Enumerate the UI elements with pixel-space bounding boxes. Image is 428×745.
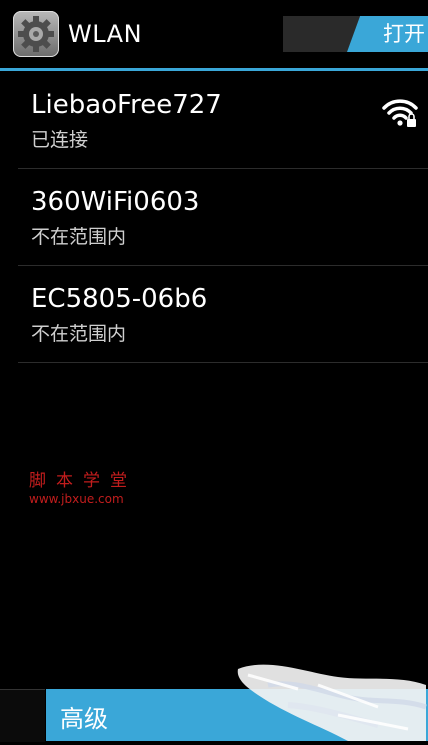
network-item-ec5805-06b6[interactable]: EC5805-06b6 不在范围内 xyxy=(18,265,428,363)
network-name: LiebaoFree727 xyxy=(31,90,222,120)
network-item-360wifi0603[interactable]: 360WiFi0603 不在范围内 xyxy=(18,168,428,266)
network-status: 不在范围内 xyxy=(31,226,127,248)
action-bar: WLAN 打开 xyxy=(0,0,428,68)
watermark-url: www.jbxue.com xyxy=(29,492,124,506)
watermark-text: 脚本学堂 xyxy=(29,471,137,491)
wifi-locked-icon xyxy=(382,98,418,128)
network-status: 不在范围内 xyxy=(31,323,127,345)
network-status: 已连接 xyxy=(31,129,89,151)
watermark: 脚本学堂 www.jbxue.com xyxy=(29,470,169,506)
settings-gear-icon[interactable] xyxy=(13,11,59,57)
bottom-left-panel xyxy=(0,689,45,742)
watermark-splash-icon xyxy=(228,655,428,741)
wlan-toggle[interactable]: 打开 xyxy=(283,16,428,52)
advanced-label: 高级 xyxy=(60,705,108,733)
toggle-label: 打开 xyxy=(383,22,425,46)
page-title: WLAN xyxy=(68,20,143,48)
network-item-liebaofree727[interactable]: LiebaoFree727 已连接 xyxy=(18,71,428,169)
network-name: 360WiFi0603 xyxy=(31,187,200,217)
network-name: EC5805-06b6 xyxy=(31,284,208,314)
